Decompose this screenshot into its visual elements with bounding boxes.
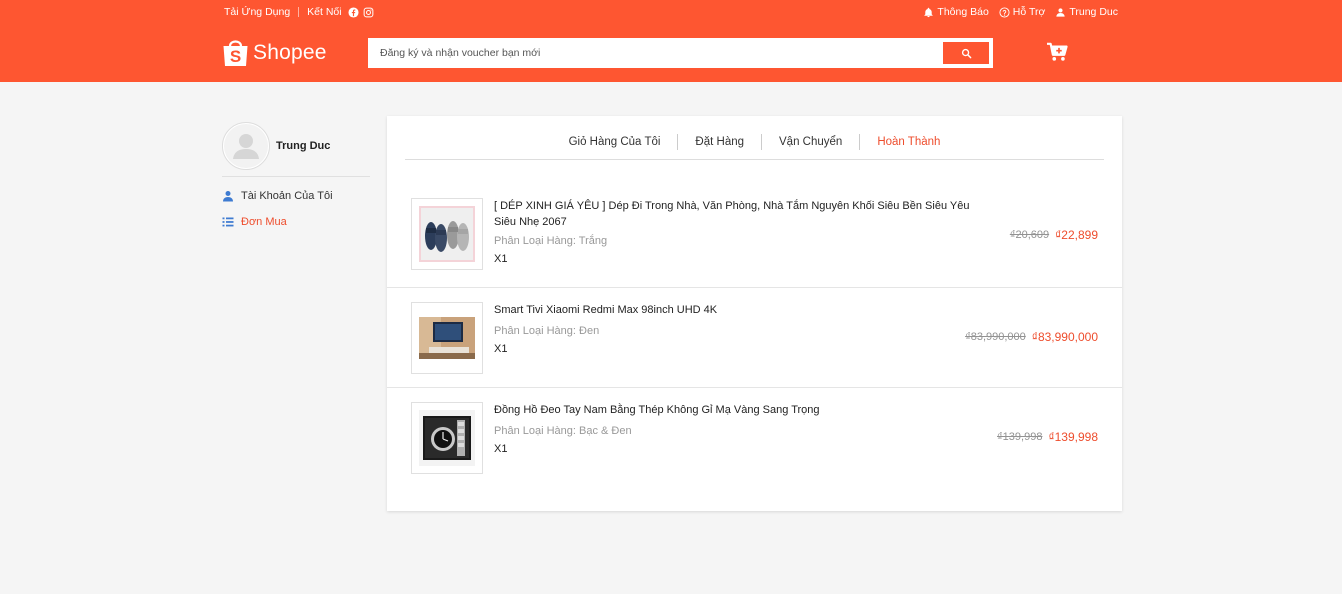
help-label: Hỗ Trợ (1012, 6, 1046, 18)
tab-my-cart[interactable]: Giỏ Hàng Của Tôi (552, 134, 678, 150)
notifications-link[interactable]: Thông Báo (923, 6, 989, 18)
list-icon (222, 217, 234, 227)
sale-price: ₫139,998 (1048, 430, 1098, 444)
notifications-label: Thông Báo (937, 6, 989, 18)
shopee-logo[interactable]: S Shopee (222, 37, 327, 68)
watch-image (419, 410, 475, 466)
shopping-bag-icon: S (223, 40, 248, 66)
product-title[interactable]: Smart Tivi Xiaomi Redmi Max 98inch UHD 4… (494, 302, 994, 318)
order-info: [ DÉP XINH GIÁ YÊU ] Dép Đi Trong Nhà, V… (494, 198, 994, 265)
connect-link[interactable]: Kết Nối (307, 6, 341, 18)
top-bar-right: Thông Báo Hỗ Trợ Trung Duc (923, 6, 1118, 18)
user-icon (223, 191, 233, 202)
product-quantity: X1 (494, 443, 508, 455)
cart-button[interactable] (1046, 42, 1068, 65)
product-title[interactable]: Đồng Hồ Đeo Tay Nam Bằng Thép Không Gỉ M… (494, 402, 994, 418)
help-icon (999, 6, 1010, 18)
avatar[interactable] (222, 122, 270, 170)
product-variant: Phân Loại Hàng: Trắng (494, 235, 608, 247)
price-block: ₫83,990,000 ₫83,990,000 (965, 330, 1098, 344)
product-image[interactable] (411, 302, 483, 374)
top-bar-left: Tải Ứng Dụng Kết Nối (224, 6, 374, 18)
search-input[interactable] (380, 40, 930, 66)
tab-completed[interactable]: Hoàn Thành (859, 134, 957, 150)
user-icon (1056, 7, 1065, 17)
price-block: ₫139,998 ₫139,998 (997, 430, 1098, 444)
sidebar-item-label: Đơn Mua (241, 216, 287, 228)
sidebar-item-label: Tài Khoản Của Tôi (241, 190, 333, 202)
product-title[interactable]: [ DÉP XINH GIÁ YÊU ] Dép Đi Trong Nhà, V… (494, 198, 994, 230)
product-quantity: X1 (494, 343, 508, 355)
header: Tải Ứng Dụng Kết Nối Thông Báo Hỗ Trợ Tr… (0, 0, 1342, 82)
sale-price: ₫83,990,000 (1031, 330, 1098, 344)
original-price: ₫139,998 (997, 431, 1043, 443)
search-icon (961, 48, 971, 58)
instagram-icon[interactable] (363, 7, 374, 18)
original-price: ₫83,990,000 (965, 331, 1026, 343)
facebook-icon[interactable] (348, 6, 359, 18)
sidebar-item-my-account[interactable]: Tài Khoản Của Tôi (222, 189, 370, 203)
order-tabs: Giỏ Hàng Của Tôi Đặt Hàng Vận Chuyển Hoà… (405, 134, 1104, 160)
price-block: ₫20,609 ₫22,899 (1010, 228, 1098, 242)
sidebar-username: Trung Duc (276, 140, 331, 152)
divider (298, 7, 300, 17)
original-price: ₫20,609 (1009, 229, 1050, 241)
help-link[interactable]: Hỗ Trợ (999, 6, 1046, 18)
orders-panel: Giỏ Hàng Của Tôi Đặt Hàng Vận Chuyển Hoà… (387, 116, 1122, 511)
user-link[interactable]: Trung Duc (1055, 6, 1118, 18)
sidebar-item-orders[interactable]: Đơn Mua (222, 215, 370, 229)
user-profile: Trung Duc (222, 122, 370, 177)
social-icons (348, 6, 374, 18)
product-variant: Phân Loại Hàng: Bạc & Đen (494, 425, 632, 437)
slippers-image (419, 206, 475, 262)
tv-image (419, 317, 475, 359)
tab-shipping[interactable]: Vận Chuyển (761, 134, 859, 150)
order-info: Đồng Hồ Đeo Tay Nam Bằng Thép Không Gỉ M… (494, 402, 994, 455)
user-name: Trung Duc (1069, 6, 1118, 18)
bell-icon (924, 7, 934, 17)
order-item[interactable]: [ DÉP XINH GIÁ YÊU ] Dép Đi Trong Nhà, V… (387, 188, 1122, 288)
order-info: Smart Tivi Xiaomi Redmi Max 98inch UHD 4… (494, 302, 994, 355)
product-image[interactable] (411, 198, 483, 270)
search-button[interactable] (943, 42, 989, 64)
download-app-link[interactable]: Tải Ứng Dụng (224, 6, 290, 18)
product-quantity: X1 (494, 253, 508, 265)
order-item[interactable]: Đồng Hồ Đeo Tay Nam Bằng Thép Không Gỉ M… (387, 388, 1122, 488)
logo-text: Shopee (253, 40, 327, 64)
top-bar: Tải Ứng Dụng Kết Nối Thông Báo Hỗ Trợ Tr… (224, 6, 1118, 20)
order-item[interactable]: Smart Tivi Xiaomi Redmi Max 98inch UHD 4… (387, 288, 1122, 388)
product-variant: Phân Loại Hàng: Đen (494, 325, 600, 337)
tab-ordered[interactable]: Đặt Hàng (677, 134, 761, 150)
sidebar: Trung Duc Tài Khoản Của Tôi Đơn Mua (222, 122, 370, 229)
default-avatar-icon (224, 124, 268, 168)
search-bar (368, 38, 993, 68)
product-image[interactable] (411, 402, 483, 474)
cart-icon (1047, 42, 1068, 61)
sale-price: ₫22,899 (1055, 228, 1098, 242)
svg-text:S: S (230, 47, 241, 66)
